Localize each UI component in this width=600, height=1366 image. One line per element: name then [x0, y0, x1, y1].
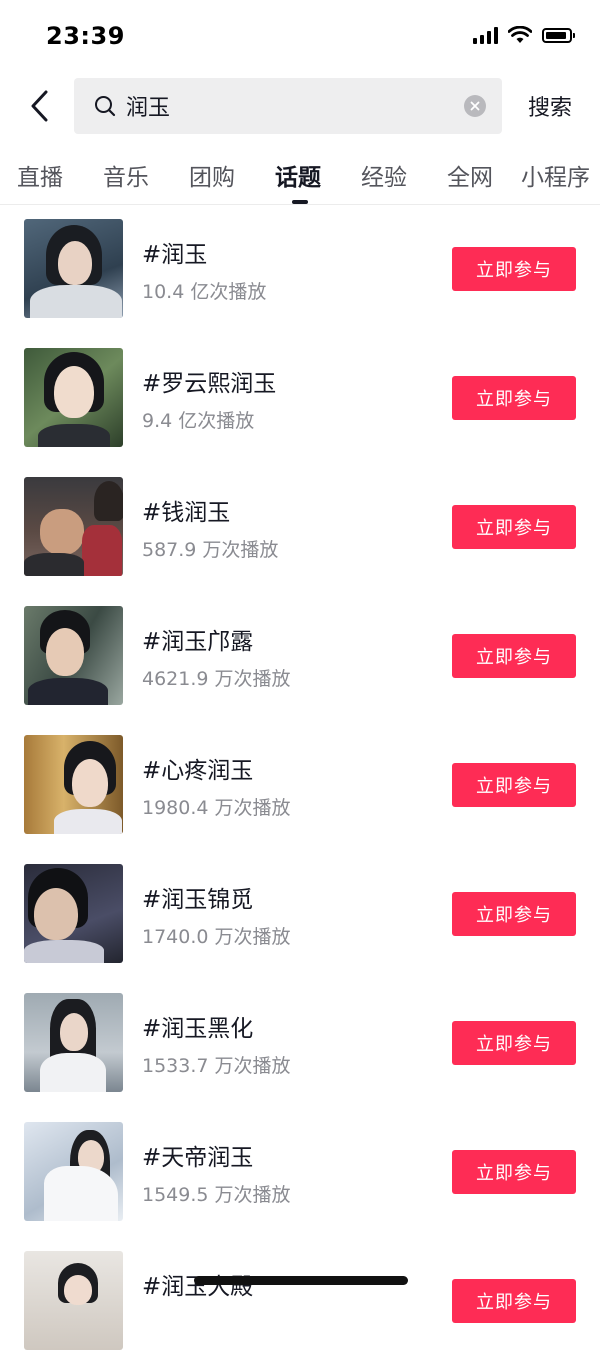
topic-title: #润玉锦觅: [142, 887, 254, 913]
home-indicator[interactable]: [194, 1276, 408, 1285]
topic-item[interactable]: #钱润玉 587.9 万次播放 立即参与: [0, 463, 600, 592]
join-topic-button[interactable]: 立即参与: [452, 634, 576, 678]
topic-item[interactable]: #润玉大殿 立即参与: [0, 1237, 600, 1366]
join-topic-button[interactable]: 立即参与: [452, 763, 576, 807]
topic-thumbnail: [24, 735, 123, 834]
topic-item[interactable]: #润玉锦觅 1740.0 万次播放 立即参与: [0, 850, 600, 979]
topic-view-count: 587.9 万次播放: [142, 539, 279, 561]
tab-topics[interactable]: 话题: [275, 158, 321, 192]
topic-view-count: 1740.0 万次播放: [142, 926, 291, 948]
topic-view-count: 1533.7 万次播放: [142, 1055, 291, 1077]
topic-view-count: 10.4 亿次播放: [142, 281, 267, 303]
topic-thumbnail: [24, 993, 123, 1092]
tab-mini-programs[interactable]: 小程序: [521, 158, 590, 192]
topic-thumbnail: [24, 219, 123, 318]
join-topic-button[interactable]: 立即参与: [452, 892, 576, 936]
search-box[interactable]: [74, 78, 502, 134]
topic-view-count: 1549.5 万次播放: [142, 1184, 291, 1206]
topic-title: #钱润玉: [142, 500, 231, 526]
topic-view-count: 1980.4 万次播放: [142, 797, 291, 819]
topic-title: #罗云熙润玉: [142, 371, 277, 397]
tab-experience[interactable]: 经验: [361, 158, 407, 192]
join-topic-button[interactable]: 立即参与: [452, 1279, 576, 1323]
join-topic-button[interactable]: 立即参与: [452, 1021, 576, 1065]
cellular-signal-icon: [473, 26, 498, 44]
join-topic-button[interactable]: 立即参与: [452, 1150, 576, 1194]
topic-view-count: 9.4 亿次播放: [142, 410, 255, 432]
topic-item[interactable]: #润玉邝露 4621.9 万次播放 立即参与: [0, 592, 600, 721]
topic-thumbnail: [24, 348, 123, 447]
topic-title: #心疼润玉: [142, 758, 254, 784]
search-icon: [95, 96, 116, 117]
topic-thumbnail: [24, 1251, 123, 1350]
close-icon: [470, 101, 480, 111]
topic-title: #润玉: [142, 242, 208, 268]
tab-music[interactable]: 音乐: [103, 158, 149, 192]
status-time: 23:39: [46, 22, 125, 50]
topic-thumbnail: [24, 1122, 123, 1221]
topic-thumbnail: [24, 864, 123, 963]
category-tabs: 直播 音乐 团购 话题 经验 全网 小程序: [0, 150, 600, 205]
back-button[interactable]: [20, 84, 60, 128]
wifi-icon: [508, 26, 532, 43]
topic-item[interactable]: #罗云熙润玉 9.4 亿次播放 立即参与: [0, 334, 600, 463]
topic-item[interactable]: #润玉黑化 1533.7 万次播放 立即参与: [0, 979, 600, 1108]
topic-title: #天帝润玉: [142, 1145, 254, 1171]
join-topic-button[interactable]: 立即参与: [452, 505, 576, 549]
topic-thumbnail: [24, 477, 123, 576]
topic-item[interactable]: #润玉 10.4 亿次播放 立即参与: [0, 205, 600, 334]
search-header: 搜索: [0, 76, 600, 136]
topic-title: #润玉黑化: [142, 1016, 254, 1042]
search-input[interactable]: [126, 78, 446, 134]
clear-search-button[interactable]: [464, 95, 486, 117]
topic-item[interactable]: #天帝润玉 1549.5 万次播放 立即参与: [0, 1108, 600, 1237]
join-topic-button[interactable]: 立即参与: [452, 247, 576, 291]
chevron-left-icon: [31, 90, 48, 122]
tab-live[interactable]: 直播: [17, 158, 63, 192]
status-bar: 23:39: [0, 0, 600, 76]
topic-thumbnail: [24, 606, 123, 705]
topic-title: #润玉邝露: [142, 629, 254, 655]
tab-whole-web[interactable]: 全网: [447, 158, 493, 192]
status-icons: [473, 26, 575, 44]
tab-group-buy[interactable]: 团购: [189, 158, 235, 192]
join-topic-button[interactable]: 立即参与: [452, 376, 576, 420]
search-button[interactable]: 搜索: [528, 90, 572, 122]
topic-item[interactable]: #心疼润玉 1980.4 万次播放 立即参与: [0, 721, 600, 850]
active-tab-indicator: [292, 200, 308, 204]
topic-view-count: 4621.9 万次播放: [142, 668, 291, 690]
battery-icon: [542, 27, 575, 43]
